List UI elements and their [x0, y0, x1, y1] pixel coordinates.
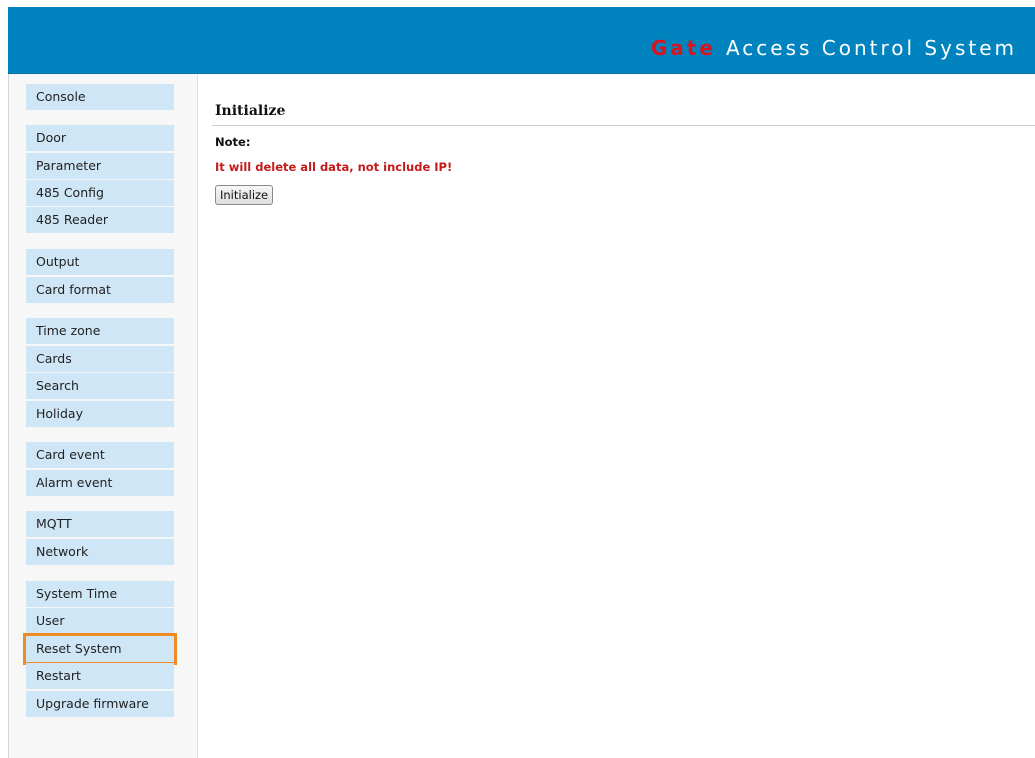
sidebar-nav: Console Door Parameter 485 Config 485 Re…: [8, 74, 198, 758]
title-divider: [212, 125, 1035, 126]
sidebar-item-network[interactable]: Network: [26, 539, 174, 565]
sidebar-item-upgrade-firmware[interactable]: Upgrade firmware: [26, 691, 174, 717]
main-content: Initialize Note: It will delete all data…: [197, 74, 1035, 758]
sidebar-item-cards[interactable]: Cards: [26, 346, 174, 372]
sidebar-item-holiday[interactable]: Holiday: [26, 401, 174, 427]
warning-message: It will delete all data, not include IP!: [215, 160, 453, 174]
page-title: Initialize: [215, 103, 286, 119]
app-title-text: Access Control System: [725, 36, 1017, 60]
header-bar: Gate Access Control System: [8, 7, 1035, 74]
sidebar-item-door[interactable]: Door: [26, 125, 174, 151]
sidebar-item-search[interactable]: Search: [26, 373, 174, 399]
note-label: Note:: [215, 135, 251, 149]
initialize-button[interactable]: Initialize: [215, 185, 274, 205]
sidebar-item-alarm-event[interactable]: Alarm event: [26, 470, 174, 496]
sidebar-item-time-zone[interactable]: Time zone: [26, 318, 174, 344]
sidebar-item-mqtt[interactable]: MQTT: [26, 511, 174, 537]
sidebar-item-card-event[interactable]: Card event: [26, 442, 174, 468]
sidebar-item-485-reader[interactable]: 485 Reader: [26, 207, 174, 233]
sidebar-item-485-config[interactable]: 485 Config: [26, 180, 174, 206]
sidebar-item-restart[interactable]: Restart: [26, 663, 174, 689]
sidebar-item-output[interactable]: Output: [26, 249, 174, 275]
sidebar-item-card-format[interactable]: Card format: [26, 277, 174, 303]
sidebar-item-system-time[interactable]: System Time: [26, 581, 174, 607]
sidebar-item-parameter[interactable]: Parameter: [26, 153, 174, 179]
app-title: Gate Access Control System: [651, 35, 1017, 61]
brand-name: Gate: [650, 36, 716, 60]
sidebar-item-reset-system[interactable]: Reset System: [23, 633, 177, 665]
sidebar-item-console[interactable]: Console: [26, 84, 174, 110]
sidebar-item-user[interactable]: User: [26, 608, 174, 634]
app-window: Gate Access Control System Console Door P…: [0, 0, 1035, 758]
